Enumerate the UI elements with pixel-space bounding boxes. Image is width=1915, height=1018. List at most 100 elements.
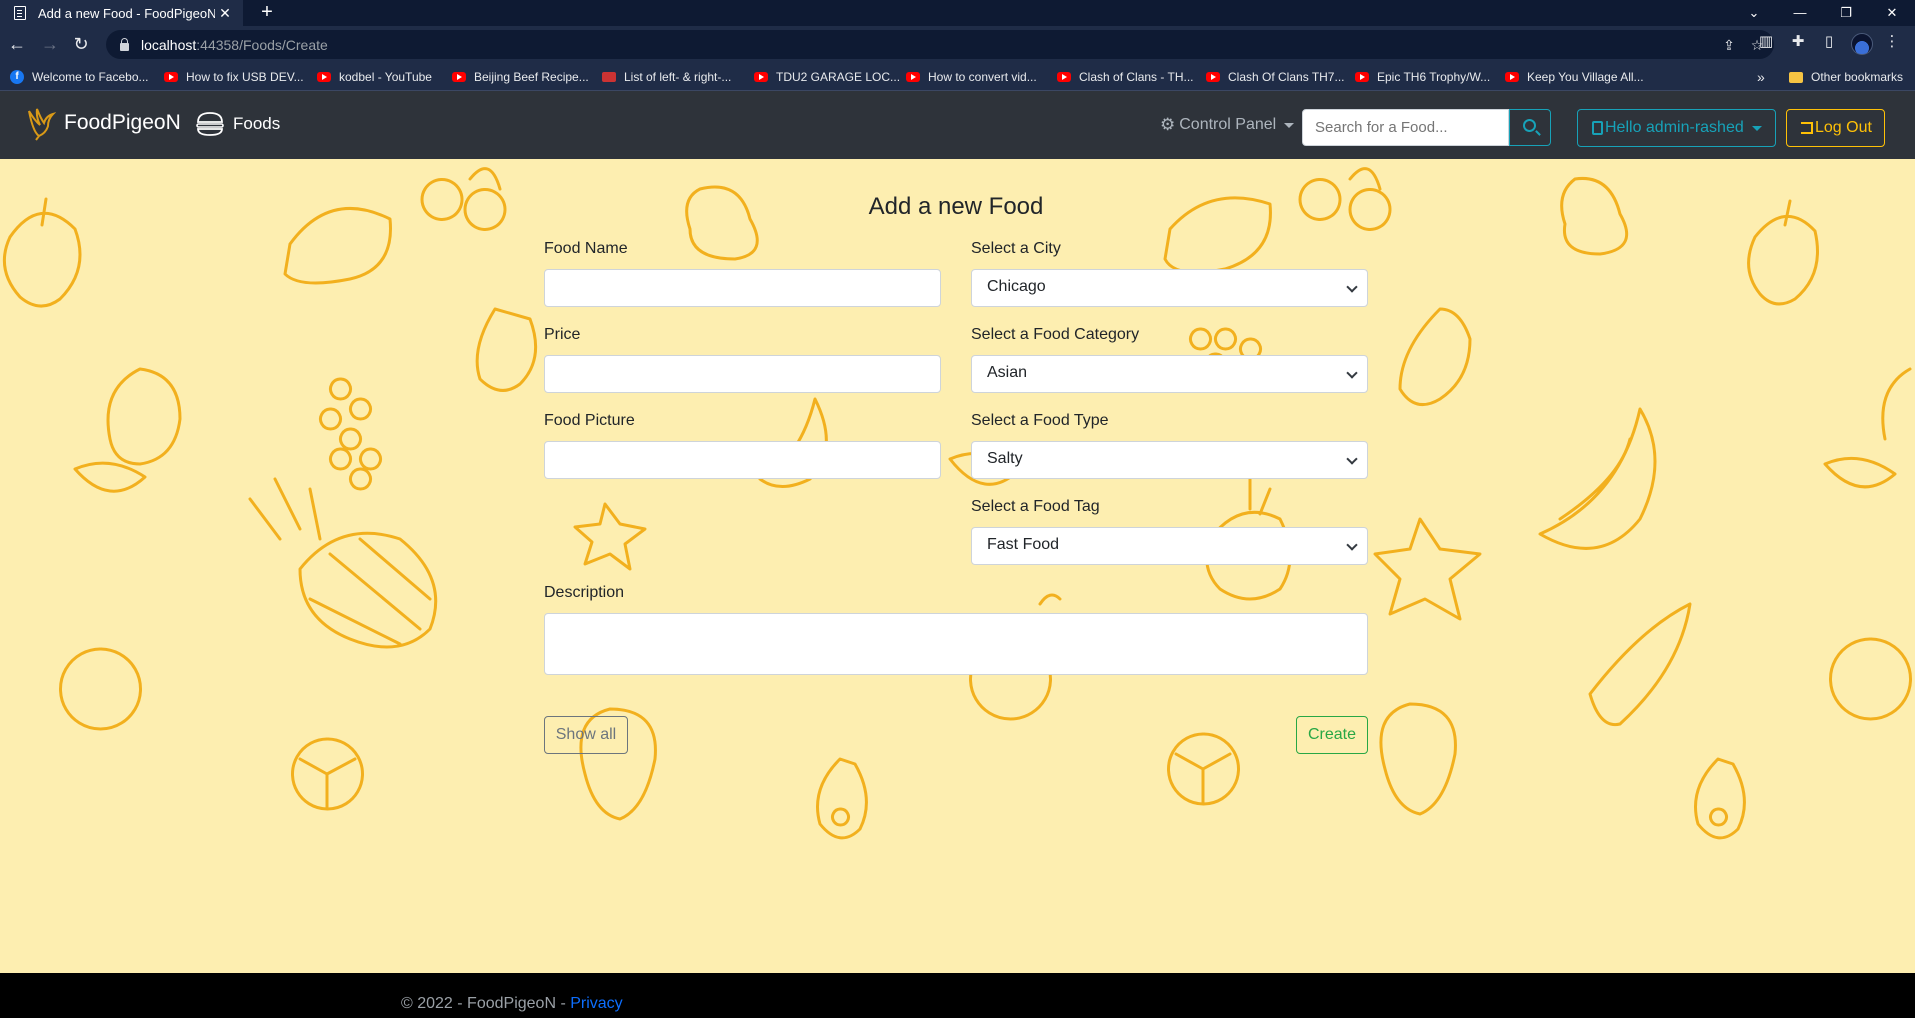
profile-avatar[interactable]	[1851, 33, 1873, 55]
food-category-label: Select a Food Category	[971, 326, 1140, 343]
other-bookmarks-label: Other bookmarks	[1811, 70, 1904, 84]
price-label: Price	[544, 326, 581, 343]
chevron-down-icon	[1346, 367, 1358, 379]
copyright-text: © 2022 - FoodPigeoN -	[401, 995, 571, 1012]
food-type-selected-value: Salty	[987, 450, 1023, 467]
other-bookmarks[interactable]: Other bookmarks	[1789, 68, 1903, 86]
youtube-icon	[1206, 72, 1220, 82]
pigeon-logo-icon	[28, 108, 56, 141]
food-tag-select[interactable]: Fast Food	[971, 527, 1368, 565]
search-input[interactable]	[1302, 109, 1509, 146]
search-icon	[1523, 119, 1536, 132]
footer: © 2022 - FoodPigeoN - Privacy	[0, 973, 1915, 1018]
logout-label: Log Out	[1815, 119, 1872, 136]
folder-icon	[1789, 71, 1803, 83]
restore-button[interactable]: ❐	[1823, 0, 1869, 26]
bookmark-item[interactable]: f Welcome to Facebo...	[10, 68, 149, 86]
description-textarea[interactable]	[544, 613, 1368, 675]
price-input[interactable]	[544, 355, 941, 393]
youtube-icon	[1505, 72, 1519, 82]
privacy-link[interactable]: Privacy	[570, 995, 622, 1012]
city-label: Select a City	[971, 240, 1061, 257]
youtube-icon	[754, 72, 768, 82]
reload-button[interactable]: ↻	[68, 31, 94, 57]
url-path: :44358/Foods/Create	[196, 36, 328, 53]
tab-search-icon[interactable]: ⌄	[1731, 0, 1777, 26]
minimize-button[interactable]: —	[1777, 0, 1823, 26]
bookmark-item[interactable]: Epic TH6 Trophy/W...	[1355, 68, 1490, 86]
user-dropdown-button[interactable]: Hello admin-rashed	[1577, 109, 1776, 147]
chevron-down-icon	[1346, 453, 1358, 465]
search-button[interactable]	[1509, 109, 1551, 146]
description-label: Description	[544, 584, 625, 601]
brand-link[interactable]: FoodPigeoN	[26, 105, 181, 141]
extension-icon[interactable]: ▥	[1756, 31, 1776, 53]
nav-foods-link[interactable]: Foods	[195, 111, 280, 137]
food-name-input[interactable]	[544, 269, 941, 307]
caret-down-icon	[1751, 125, 1762, 131]
bookmark-item[interactable]: Clash Of Clans TH7...	[1206, 68, 1344, 86]
close-window-button[interactable]: ✕	[1869, 0, 1915, 26]
food-picture-input[interactable]	[544, 441, 941, 479]
tab-close-icon[interactable]: ✕	[215, 5, 235, 22]
create-button[interactable]: Create	[1296, 716, 1368, 754]
bookmark-label: Welcome to Facebo...	[32, 70, 149, 84]
new-tab-button[interactable]: +	[255, 0, 279, 26]
food-category-select[interactable]: Asian	[971, 355, 1368, 393]
bookmark-label: kodbel - YouTube	[339, 70, 432, 84]
browser-tab[interactable]: Add a new Food - FoodPigeoN ✕	[0, 0, 243, 26]
site-icon	[602, 72, 616, 82]
bookmark-label: Epic TH6 Trophy/W...	[1377, 70, 1491, 84]
burger-icon	[196, 112, 224, 136]
show-all-button[interactable]: Show all	[544, 716, 628, 754]
food-type-select[interactable]: Salty	[971, 441, 1368, 479]
bookmark-label: List of left- & right-...	[624, 70, 732, 84]
forward-button[interactable]: →	[37, 31, 63, 57]
bookmark-item[interactable]: List of left- & right-...	[602, 68, 731, 86]
puzzle-icon[interactable]: ✚	[1788, 31, 1808, 53]
url-field[interactable]: localhost:44358/Foods/Create ⇪ ☆	[106, 30, 1774, 59]
food-category-selected-value: Asian	[987, 364, 1028, 381]
food-tag-label: Select a Food Tag	[971, 498, 1100, 515]
menu-icon[interactable]: ⋮	[1882, 31, 1902, 53]
share-icon[interactable]: ⇪	[1720, 36, 1738, 54]
city-selected-value: Chicago	[987, 278, 1046, 295]
page-title: Add a new Food	[868, 193, 1044, 220]
bookmark-label: TDU2 GARAGE LOC...	[776, 70, 901, 84]
bookmark-label: How to fix USB DEV...	[186, 70, 304, 84]
chevron-down-icon	[1346, 281, 1358, 293]
page-icon	[14, 6, 26, 20]
bookmark-item[interactable]: kodbel - YouTube	[317, 68, 432, 86]
youtube-icon	[906, 72, 920, 82]
bookmark-label: How to convert vid...	[928, 70, 1037, 84]
back-button[interactable]: ←	[4, 31, 30, 57]
footer-text: © 2022 - FoodPigeoN - Privacy	[401, 995, 623, 1013]
url-host: localhost	[141, 36, 197, 53]
user-badge-icon	[1592, 121, 1603, 135]
brand-name: FoodPigeoN	[64, 111, 181, 134]
bookmark-item[interactable]: How to convert vid...	[906, 68, 1037, 86]
address-bar-row: ← → ↻ localhost:44358/Foods/Create ⇪ ☆	[0, 26, 1915, 63]
more-bookmarks-chevron-icon[interactable]: »	[1757, 68, 1765, 86]
bookmark-item[interactable]: How to fix USB DEV...	[164, 68, 304, 86]
nav-foods-label: Foods	[233, 114, 281, 133]
bookmark-item[interactable]: Clash of Clans - TH...	[1057, 68, 1193, 86]
youtube-icon	[1057, 72, 1071, 82]
bookmark-item[interactable]: TDU2 GARAGE LOC...	[754, 68, 900, 86]
site-navbar: FoodPigeoN Foods ⚙ Control Panel Hello a…	[0, 91, 1915, 159]
bookmark-label: Clash of Clans - TH...	[1079, 70, 1194, 84]
bookmark-label: Clash Of Clans TH7...	[1228, 70, 1345, 84]
logout-button[interactable]: Log Out	[1786, 109, 1885, 147]
side-panel-icon[interactable]: ▯	[1819, 31, 1839, 53]
food-name-label: Food Name	[544, 240, 628, 257]
chevron-down-icon	[1346, 539, 1358, 551]
control-panel-dropdown[interactable]: ⚙ Control Panel	[1160, 115, 1295, 135]
city-select[interactable]: Chicago	[971, 269, 1368, 307]
bookmark-item[interactable]: Keep You Village All...	[1505, 68, 1644, 86]
food-picture-label: Food Picture	[544, 412, 635, 429]
browser-tab-bar: Add a new Food - FoodPigeoN ✕ + ⌄ — ❐ ✕	[0, 0, 1915, 26]
control-panel-label: Control Panel	[1179, 116, 1277, 133]
tab-title: Add a new Food - FoodPigeoN	[38, 5, 215, 21]
bookmark-item[interactable]: Beijing Beef Recipe...	[452, 68, 589, 86]
food-type-label: Select a Food Type	[971, 412, 1109, 429]
